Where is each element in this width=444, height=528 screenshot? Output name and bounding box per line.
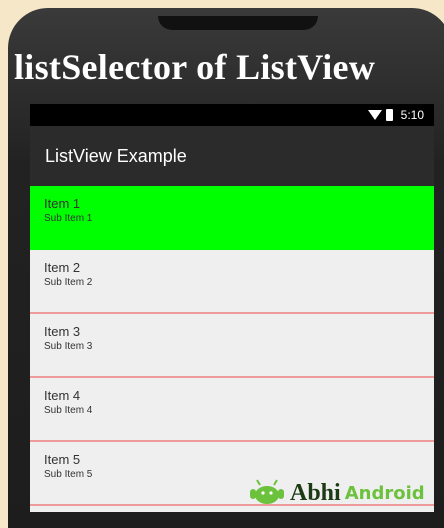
list-item-title: Item 4 [44,388,81,403]
status-time: 5:10 [400,108,424,122]
list-item[interactable]: Item 1 Sub Item 1 [30,186,434,250]
action-bar-title: ListView Example [45,145,187,166]
list-item-title: Item 1 [44,196,81,211]
battery-icon [385,109,393,121]
list-item[interactable]: Item 2 Sub Item 2 [30,250,434,314]
list-item[interactable]: Item 4 Sub Item 4 [30,378,434,442]
page-title: listSelector of ListView [14,47,376,87]
abhiandroid-logo: Abhi Android [248,478,425,508]
list-item-title: Item 5 [44,452,81,467]
action-bar: ListView Example [30,126,434,186]
list-item-title: Item 2 [44,260,81,275]
android-mascot-icon [250,479,284,504]
logo-text-abhi: Abhi [290,479,341,506]
list-item-subtitle: Sub Item 4 [44,405,93,416]
status-bar: 5:10 [30,104,434,126]
wifi-icon [367,110,382,120]
list-item-subtitle: Sub Item 1 [44,213,93,224]
speaker-grille [158,16,318,30]
list-item-subtitle: Sub Item 3 [44,341,93,352]
list-item-subtitle: Sub Item 2 [44,277,93,288]
list-view[interactable]: Item 1 Sub Item 1 Item 2 Sub Item 2 Item… [30,186,434,506]
list-item-title: Item 3 [44,324,81,339]
list-item[interactable]: Item 3 Sub Item 3 [30,314,434,378]
phone-screen: 5:10 ListView Example Item 1 Sub Item 1 … [30,104,434,512]
logo-text-android: Android [344,482,425,504]
